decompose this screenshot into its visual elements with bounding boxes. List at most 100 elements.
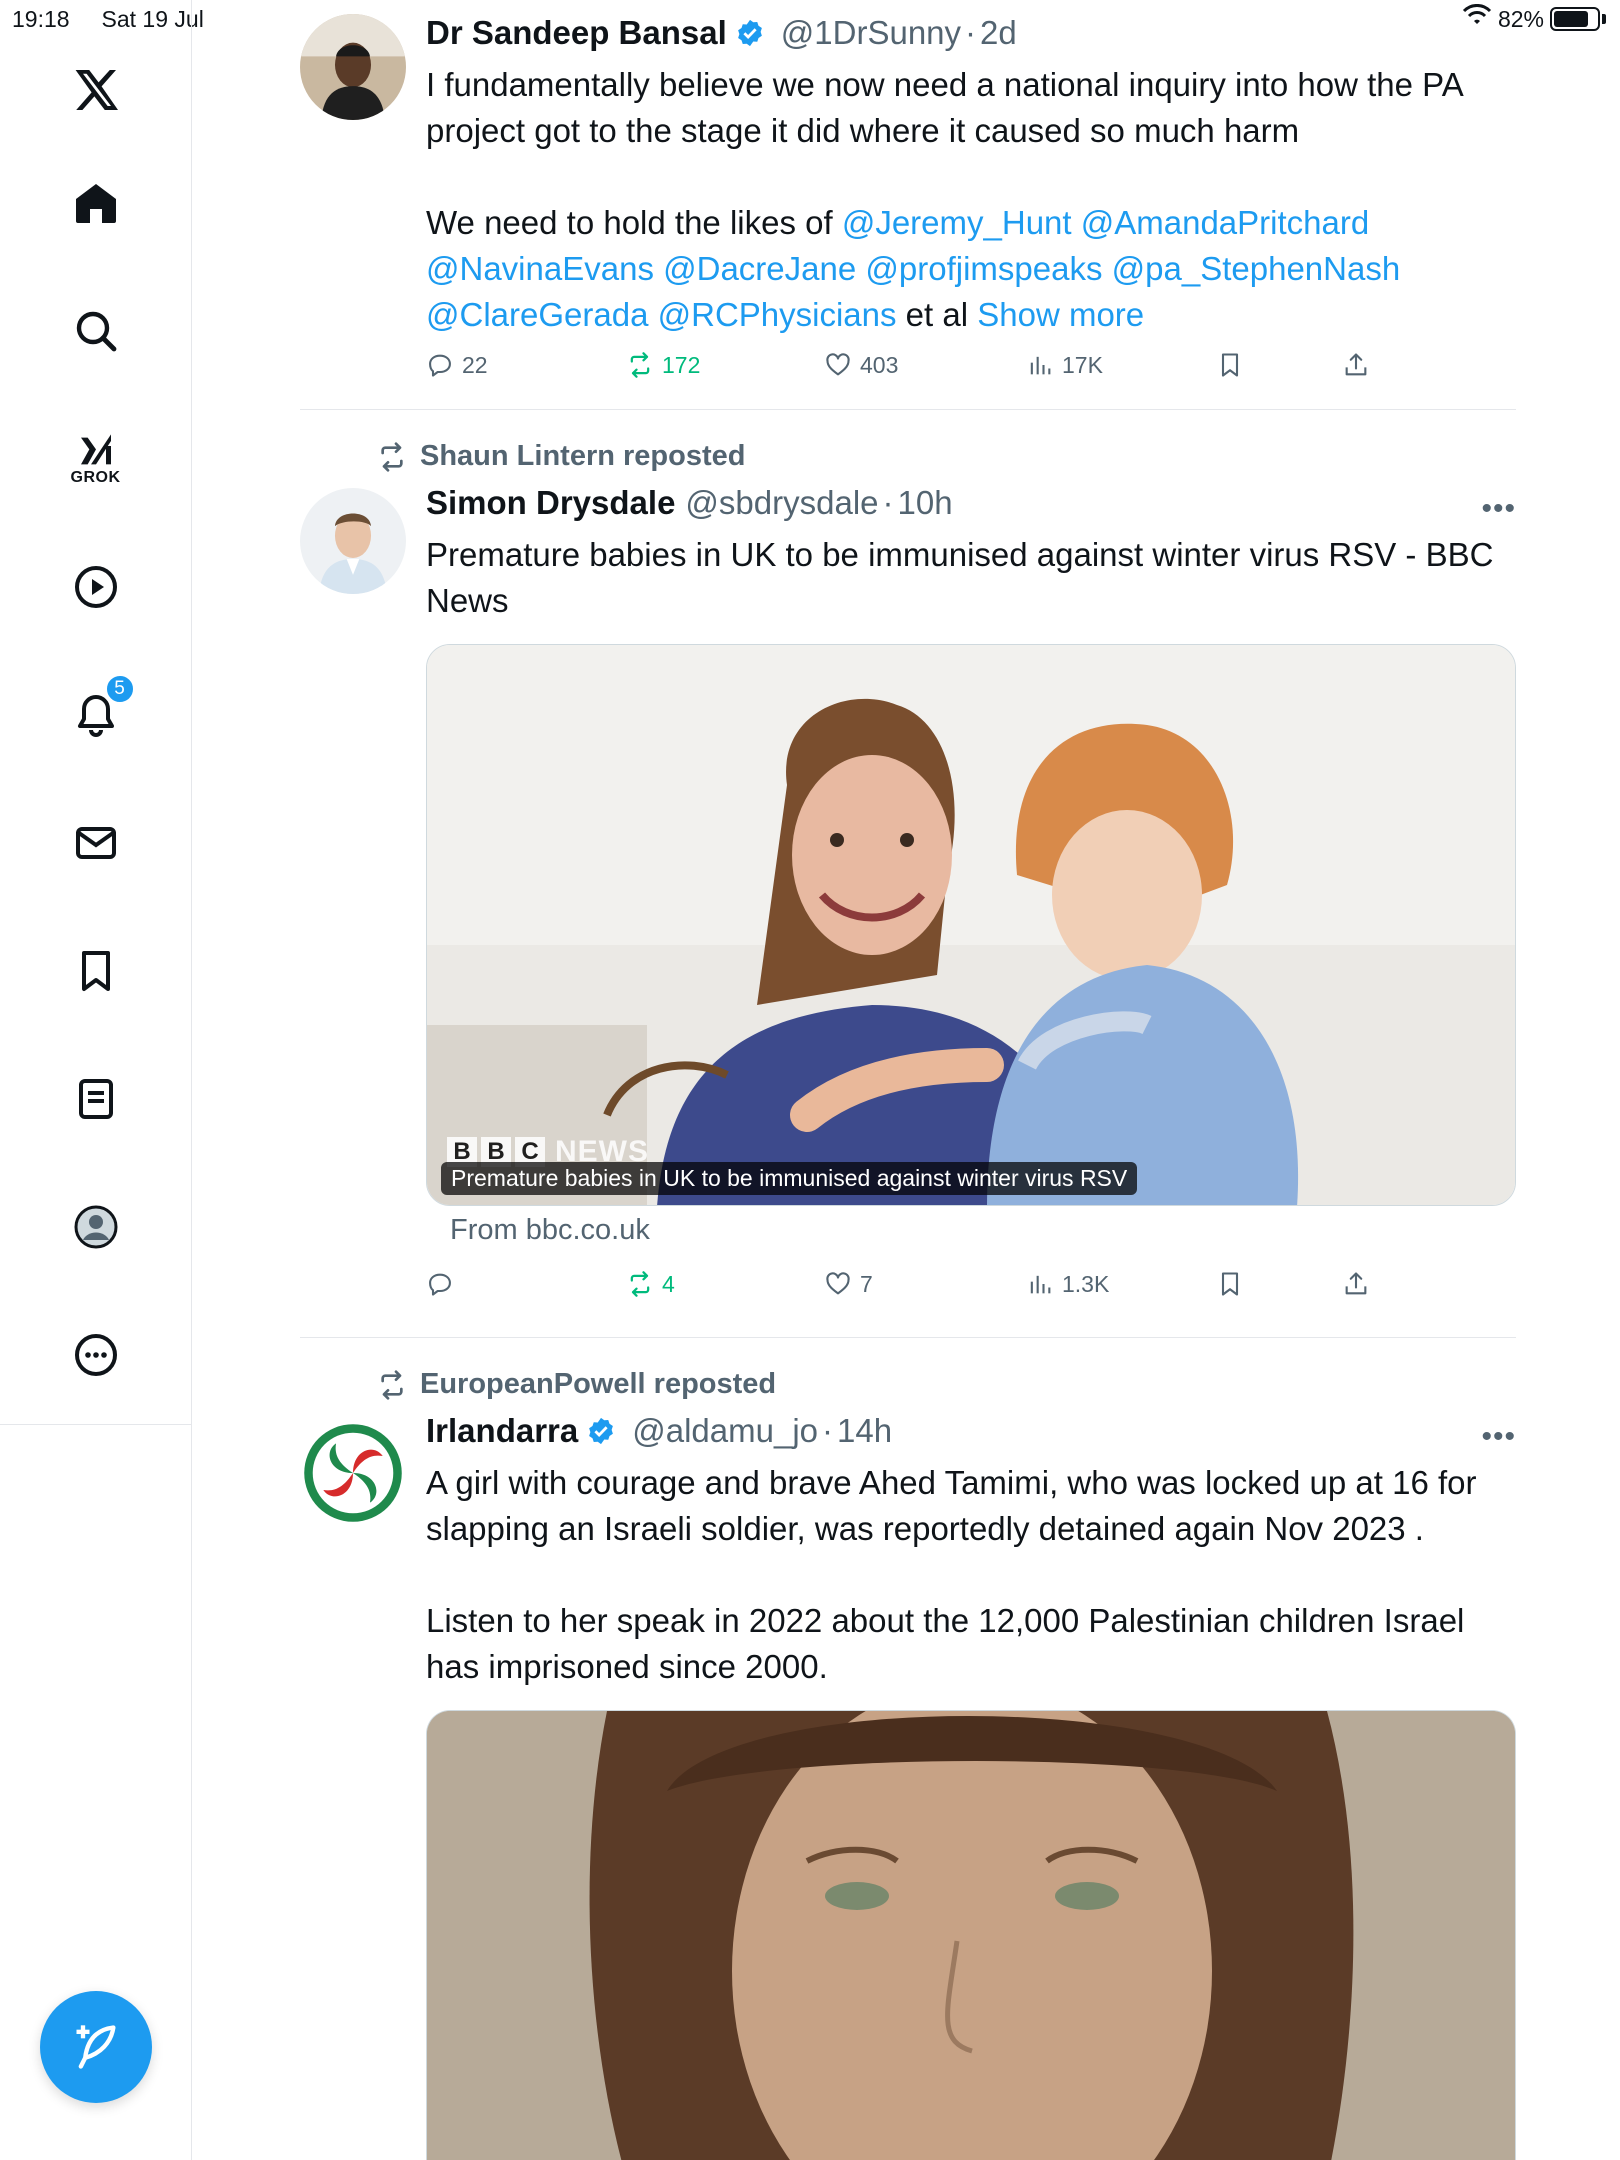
heart-icon xyxy=(826,1272,850,1295)
bookmark-icon xyxy=(1221,1272,1239,1296)
more-options-icon[interactable] xyxy=(61,1320,131,1390)
compose-post-button[interactable] xyxy=(40,1991,152,2103)
reply-count: 22 xyxy=(462,351,488,378)
tweet-divider xyxy=(300,409,1516,410)
like-count: 7 xyxy=(860,1270,873,1297)
tweet-text: A girl with courage and brave Ahed Tamim… xyxy=(426,1460,1516,1690)
mention-link[interactable]: @RCPhysicians xyxy=(658,296,897,333)
timeline-feed: Dr Sandeep Bansal @1DrSunny · 2d I funda… xyxy=(192,0,1620,2160)
more-options-icon[interactable]: ••• xyxy=(1481,492,1516,526)
grok-label: GROK xyxy=(70,469,121,486)
author-handle[interactable]: @aldamu_jo xyxy=(632,1412,818,1450)
tweet-header: Simon Drysdale @sbdrysdale · 10h xyxy=(426,484,953,522)
grok-nav-item[interactable]: GROK xyxy=(61,424,131,494)
grok-icon xyxy=(80,434,111,465)
views-count: 17K xyxy=(1062,351,1103,378)
author-name[interactable]: Dr Sandeep Bansal xyxy=(426,14,727,52)
tweet-paragraph: A girl with courage and brave Ahed Tamim… xyxy=(426,1464,1477,1547)
bookmarks-icon[interactable] xyxy=(61,936,131,1006)
video-card[interactable] xyxy=(426,1710,1516,2160)
share-button[interactable] xyxy=(1342,351,1370,379)
repost-button[interactable]: 172 xyxy=(626,351,700,379)
mention-link[interactable]: @ClareGerada xyxy=(426,296,648,333)
tweet-actions: 4 7 1.3K xyxy=(426,1270,1376,1310)
views-button[interactable]: 17K xyxy=(1026,351,1103,379)
like-button[interactable]: 403 xyxy=(824,351,898,379)
verified-badge-icon xyxy=(735,18,765,48)
tweet-actions: 22 172 403 17K xyxy=(426,351,1376,391)
reply-icon xyxy=(429,354,451,377)
video-thumbnail xyxy=(427,1711,1515,2160)
repost-count: 172 xyxy=(662,351,701,378)
show-more-link[interactable]: Show more xyxy=(977,296,1144,333)
tweet-3[interactable]: Irlandarra @aldamu_jo · 14h ••• A girl w… xyxy=(300,1412,1516,1712)
sidebar-nav: GROK 5 xyxy=(0,0,192,1425)
tweet-header: Dr Sandeep Bansal @1DrSunny · 2d xyxy=(426,14,1017,52)
link-card-caption: Premature babies in UK to be immunised a… xyxy=(441,1162,1138,1195)
reposted-by: Shaun Lintern reposted xyxy=(420,440,746,472)
tweet-1[interactable]: Dr Sandeep Bansal @1DrSunny · 2d I funda… xyxy=(300,14,1516,394)
repost-context[interactable]: Shaun Lintern reposted xyxy=(376,440,745,473)
bookmark-button[interactable] xyxy=(1216,351,1244,379)
messages-icon[interactable] xyxy=(61,808,131,878)
bookmark-button[interactable] xyxy=(1216,1270,1244,1298)
repost-context[interactable]: EuropeanPowell reposted xyxy=(376,1368,776,1401)
link-card-image: B B C NEWS Premature babies in UK to be … xyxy=(427,645,1515,1205)
tweet-paragraph: Listen to her speak in 2022 about the 12… xyxy=(426,1602,1465,1685)
author-handle[interactable]: @1DrSunny xyxy=(781,14,961,52)
tweet-divider xyxy=(300,1337,1516,1338)
lists-icon[interactable] xyxy=(61,1064,131,1134)
tweet-paragraph: I fundamentally believe we now need a na… xyxy=(426,66,1462,149)
reply-button[interactable]: 22 xyxy=(426,351,488,379)
repost-icon xyxy=(381,1369,403,1400)
avatar[interactable] xyxy=(300,488,406,594)
notifications-badge: 5 xyxy=(104,674,135,704)
tweet-time[interactable]: 2d xyxy=(980,14,1017,52)
avatar[interactable] xyxy=(300,14,406,120)
share-icon xyxy=(1345,353,1367,376)
mention-link[interactable]: @pa_StephenNash xyxy=(1112,250,1401,287)
mention-link[interactable]: @profjimspeaks xyxy=(865,250,1102,287)
like-count: 403 xyxy=(860,351,899,378)
mention-link[interactable]: @NavinaEvans xyxy=(426,250,654,287)
tweet-text: I fundamentally believe we now need a na… xyxy=(426,62,1516,338)
profile-icon[interactable] xyxy=(61,1192,131,1262)
share-icon xyxy=(1345,1272,1367,1295)
views-button[interactable]: 1.3K xyxy=(1026,1270,1109,1298)
views-chart-icon xyxy=(1030,356,1051,375)
bookmark-icon xyxy=(1221,353,1239,377)
views-chart-icon xyxy=(1030,1275,1051,1294)
reply-button[interactable] xyxy=(426,1270,462,1298)
avatar[interactable] xyxy=(300,1420,406,1526)
compose-feather-icon xyxy=(76,2025,116,2069)
notifications-nav-item[interactable]: 5 xyxy=(61,674,135,750)
link-card[interactable]: B B C NEWS Premature babies in UK to be … xyxy=(426,644,1516,1206)
repost-icon xyxy=(630,1271,650,1297)
x-logo-icon[interactable] xyxy=(61,55,131,125)
tweet-text: Premature babies in UK to be immunised a… xyxy=(426,536,1494,619)
repost-button[interactable]: 4 xyxy=(626,1270,675,1298)
repost-count: 4 xyxy=(662,1270,675,1297)
more-options-icon[interactable]: ••• xyxy=(1481,1420,1516,1454)
author-name[interactable]: Simon Drysdale xyxy=(426,484,675,522)
heart-icon xyxy=(826,353,850,376)
mention-link[interactable]: @AmandaPritchard xyxy=(1081,204,1369,241)
video-play-icon[interactable] xyxy=(61,552,131,622)
mention-link[interactable]: @Jeremy_Hunt xyxy=(842,204,1072,241)
mention-link[interactable]: @DacreJane xyxy=(663,250,856,287)
tweet-paragraph-tail: et al xyxy=(896,296,978,333)
home-icon[interactable] xyxy=(61,168,131,238)
like-button[interactable]: 7 xyxy=(824,1270,873,1298)
share-button[interactable] xyxy=(1342,1270,1370,1298)
views-count: 1.3K xyxy=(1062,1270,1110,1297)
repost-icon xyxy=(381,441,403,472)
tweet-time[interactable]: 10h xyxy=(898,484,953,522)
author-name[interactable]: Irlandarra xyxy=(426,1412,578,1450)
search-icon[interactable] xyxy=(61,296,131,366)
link-source[interactable]: From bbc.co.uk xyxy=(450,1214,650,1247)
tweet-paragraph-lead: We need to hold the likes of xyxy=(426,204,842,241)
tweet-time[interactable]: 14h xyxy=(837,1412,892,1450)
author-handle[interactable]: @sbdrysdale xyxy=(685,484,878,522)
repost-icon xyxy=(630,352,650,378)
tweet-header: Irlandarra @aldamu_jo · 14h xyxy=(426,1412,893,1450)
